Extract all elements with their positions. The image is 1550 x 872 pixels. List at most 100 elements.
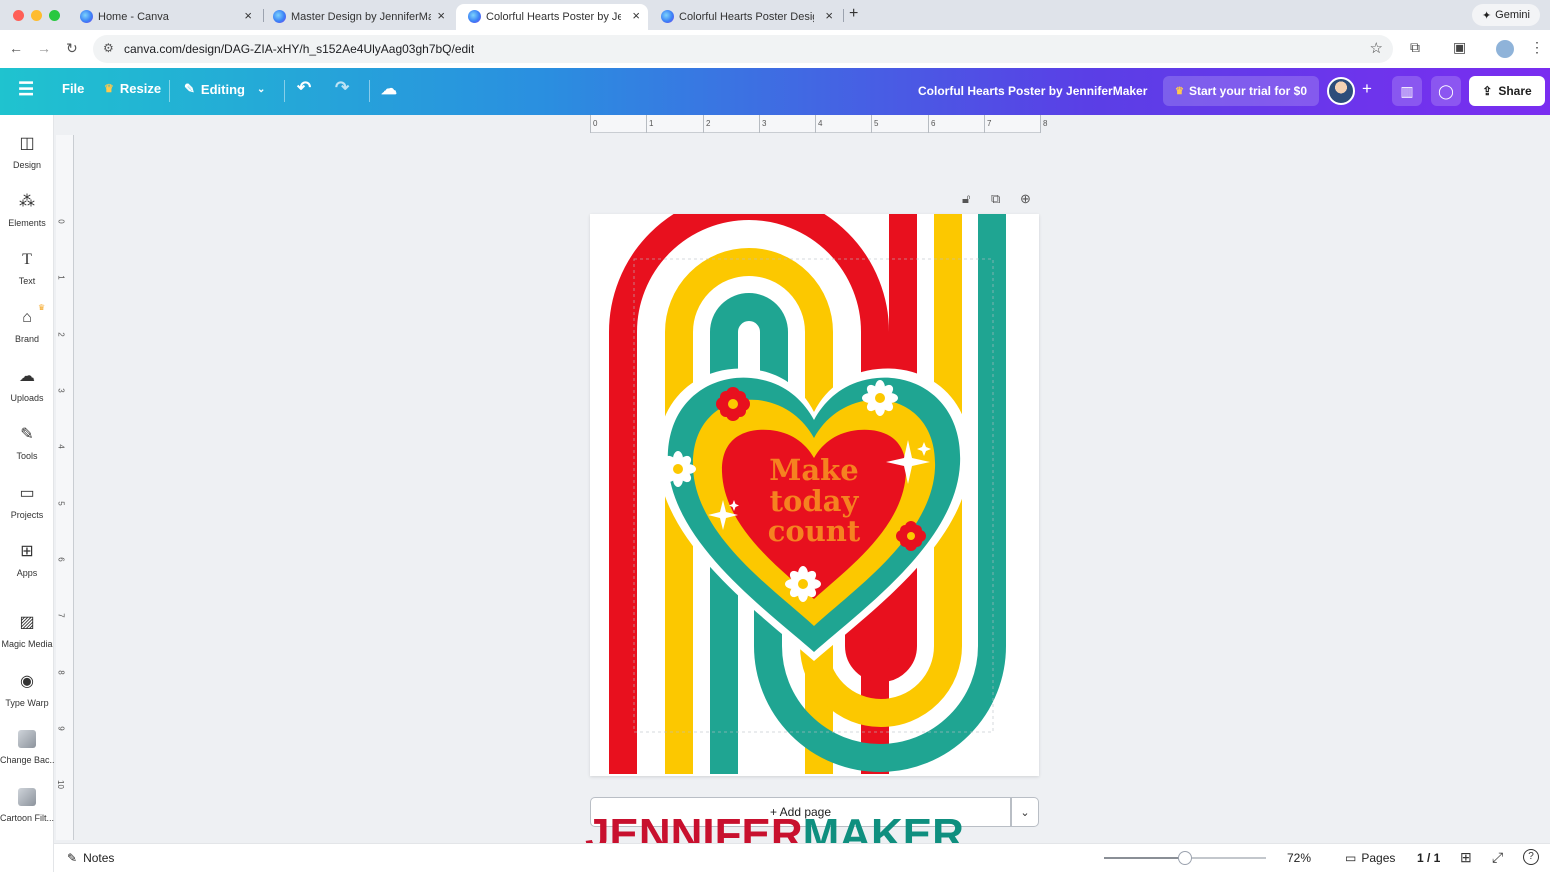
add-page-icon[interactable]: ⊕ bbox=[1020, 191, 1031, 207]
canva-favicon-icon bbox=[80, 10, 93, 23]
poster-text-line2[interactable]: today bbox=[770, 484, 860, 518]
user-avatar[interactable] bbox=[1327, 77, 1355, 105]
apps-icon: ⊞ bbox=[20, 543, 34, 560]
crown-icon: ♛ bbox=[104, 83, 114, 95]
header-divider bbox=[169, 80, 170, 102]
maximize-window-button[interactable] bbox=[49, 10, 60, 21]
document-title[interactable]: Colorful Hearts Poster by JenniferMaker bbox=[918, 84, 1147, 98]
zoom-level[interactable]: 72% bbox=[1287, 851, 1311, 865]
browser-tab[interactable]: Master Design by JenniferMal × bbox=[261, 4, 453, 30]
browser-toolbar: ← → ↻ ⚙ canva.com/design/DAG-ZIA-xHY/h_s… bbox=[0, 30, 1550, 68]
bookmark-star-icon[interactable]: ☆ bbox=[1370, 39, 1383, 57]
magic-media-icon: ▨ bbox=[19, 614, 35, 631]
add-collaborator-icon[interactable]: + bbox=[1362, 79, 1372, 99]
sidebar-item-magic-media[interactable]: ▨ Magic Media bbox=[0, 606, 54, 658]
cloud-save-icon[interactable]: ☁ bbox=[381, 79, 397, 99]
sidebar-item-apps[interactable]: ⊞ Apps bbox=[0, 535, 54, 587]
sidebar-item-brand[interactable]: ♛ ⌂ Brand bbox=[0, 301, 54, 353]
gemini-button[interactable]: ✦ Gemini bbox=[1471, 4, 1540, 26]
address-bar[interactable]: ⚙ canva.com/design/DAG-ZIA-xHY/h_s152Ae4… bbox=[93, 35, 1393, 63]
fullscreen-icon[interactable]: ⤢ bbox=[1492, 849, 1503, 866]
sparkle-icon: ✦ bbox=[1481, 9, 1492, 22]
tab-separator bbox=[843, 9, 844, 22]
grid-view-icon[interactable]: ⊞ bbox=[1460, 849, 1472, 866]
start-trial-button[interactable]: ♛ Start your trial for $0 bbox=[1163, 76, 1319, 106]
zoom-slider[interactable] bbox=[1104, 851, 1266, 865]
uploads-icon: ☁ bbox=[19, 368, 35, 385]
sidebar-item-uploads[interactable]: ☁ Uploads bbox=[0, 360, 54, 412]
header-divider bbox=[284, 80, 285, 102]
design-page[interactable]: Make today count bbox=[590, 214, 1039, 776]
close-tab-icon[interactable]: × bbox=[244, 8, 252, 23]
sidebar-item-tools[interactable]: ✎ Tools bbox=[0, 418, 54, 470]
reload-icon[interactable]: ↻ bbox=[66, 40, 78, 57]
undo-icon[interactable]: ↶ bbox=[297, 78, 311, 98]
analytics-button[interactable]: ▥ bbox=[1392, 76, 1422, 106]
url-text[interactable]: canva.com/design/DAG-ZIA-xHY/h_s152Ae4Ul… bbox=[124, 42, 474, 56]
sidebar-item-elements[interactable]: ⁂ Elements bbox=[0, 185, 54, 237]
duplicate-page-icon[interactable]: ⧉ bbox=[991, 191, 1000, 207]
browser-tab-active[interactable]: Colorful Hearts Poster by Jen × bbox=[456, 4, 648, 30]
close-tab-icon[interactable]: × bbox=[437, 8, 445, 23]
text-icon: T bbox=[22, 251, 32, 268]
comments-button[interactable]: ◯ bbox=[1431, 76, 1461, 106]
editor-header: ☰ File ♛ Resize ✎ Editing ⌄ ↶ ↷ ☁ Colorf… bbox=[0, 68, 1550, 115]
forward-arrow-icon[interactable]: → bbox=[37, 40, 51, 56]
cartoon-filter-icon bbox=[18, 788, 36, 806]
add-page-options-button[interactable]: ⌄ bbox=[1011, 797, 1039, 827]
sidebar-item-type-warp[interactable]: ◉ Type Warp bbox=[0, 665, 54, 717]
pages-button[interactable]: ▭ Pages bbox=[1345, 851, 1395, 865]
crown-icon: ♛ bbox=[38, 303, 46, 312]
close-tab-icon[interactable]: × bbox=[632, 8, 640, 23]
cast-icon[interactable]: ▣ bbox=[1453, 39, 1466, 56]
canva-favicon-icon bbox=[661, 10, 674, 23]
notes-button[interactable]: ✎ Notes bbox=[67, 851, 114, 865]
file-menu-button[interactable]: File bbox=[62, 81, 84, 96]
new-tab-button[interactable]: + bbox=[849, 5, 858, 23]
sidebar-item-cartoon-filter[interactable]: Cartoon Filt... bbox=[0, 780, 54, 832]
poster-text-line1[interactable]: Make bbox=[769, 453, 858, 487]
share-upload-icon: ⇪ bbox=[1482, 84, 1493, 98]
close-window-button[interactable] bbox=[13, 10, 24, 21]
horizontal-ruler: 0 1 2 3 4 5 6 7 8 bbox=[590, 115, 1047, 133]
profile-avatar[interactable] bbox=[1496, 40, 1514, 58]
change-background-icon bbox=[18, 730, 36, 748]
pages-icon: ▭ bbox=[1345, 851, 1357, 865]
share-button[interactable]: ⇪ Share bbox=[1469, 76, 1545, 106]
sidebar-item-text[interactable]: T Text bbox=[0, 243, 54, 295]
editing-mode-dropdown[interactable]: ✎ Editing ⌄ bbox=[184, 81, 265, 97]
pencil-icon: ✎ bbox=[184, 81, 195, 96]
close-tab-icon[interactable]: × bbox=[825, 8, 833, 23]
kebab-menu-icon[interactable]: ⋮ bbox=[1530, 39, 1544, 56]
sidebar-item-design[interactable]: ◫ Design bbox=[0, 127, 54, 179]
bottom-toolbar: ✎ Notes 72% ▭ Pages 1 / 1 ⊞ ⤢ ? bbox=[54, 843, 1550, 872]
browser-tab[interactable]: Colorful Hearts Poster Design × bbox=[649, 4, 841, 30]
redo-icon[interactable]: ↷ bbox=[335, 78, 349, 98]
poster-artwork[interactable]: Make today count bbox=[590, 214, 1039, 776]
page-count: 1 / 1 bbox=[1417, 851, 1441, 865]
help-icon[interactable]: ? bbox=[1523, 849, 1539, 865]
browser-tab[interactable]: Home - Canva × bbox=[68, 4, 260, 30]
extensions-icon[interactable]: ⧉ bbox=[1410, 39, 1420, 56]
bar-chart-icon: ▥ bbox=[1400, 82, 1414, 99]
back-arrow-icon[interactable]: ← bbox=[9, 40, 23, 56]
site-settings-icon[interactable]: ⚙ bbox=[103, 41, 114, 55]
type-warp-icon: ◉ bbox=[20, 673, 34, 690]
lock-page-icon[interactable]: 🔓︎ bbox=[962, 191, 970, 207]
brand-icon: ⌂ bbox=[22, 309, 32, 326]
poster-text-line3[interactable]: count bbox=[768, 514, 861, 548]
sidebar-item-projects[interactable]: ▭ Projects bbox=[0, 477, 54, 529]
tools-icon: ✎ bbox=[20, 426, 34, 443]
browser-tab-bar: Home - Canva × Master Design by Jennifer… bbox=[0, 0, 1550, 30]
zoom-slider-handle[interactable] bbox=[1178, 851, 1192, 865]
canva-favicon-icon bbox=[273, 10, 286, 23]
vertical-ruler: 0 1 2 3 4 5 6 7 8 9 10 bbox=[56, 135, 74, 840]
notes-icon: ✎ bbox=[67, 851, 78, 865]
chevron-down-icon: ⌄ bbox=[256, 83, 266, 95]
left-sidebar: ◫ Design ⁂ Elements T Text ♛ ⌂ Brand ☁ U… bbox=[0, 115, 54, 872]
projects-icon: ▭ bbox=[19, 485, 35, 502]
resize-button[interactable]: ♛ Resize bbox=[104, 81, 161, 96]
minimize-window-button[interactable] bbox=[31, 10, 42, 21]
sidebar-item-change-background[interactable]: Change Bac... bbox=[0, 722, 54, 774]
main-menu-icon[interactable]: ☰ bbox=[18, 79, 34, 100]
